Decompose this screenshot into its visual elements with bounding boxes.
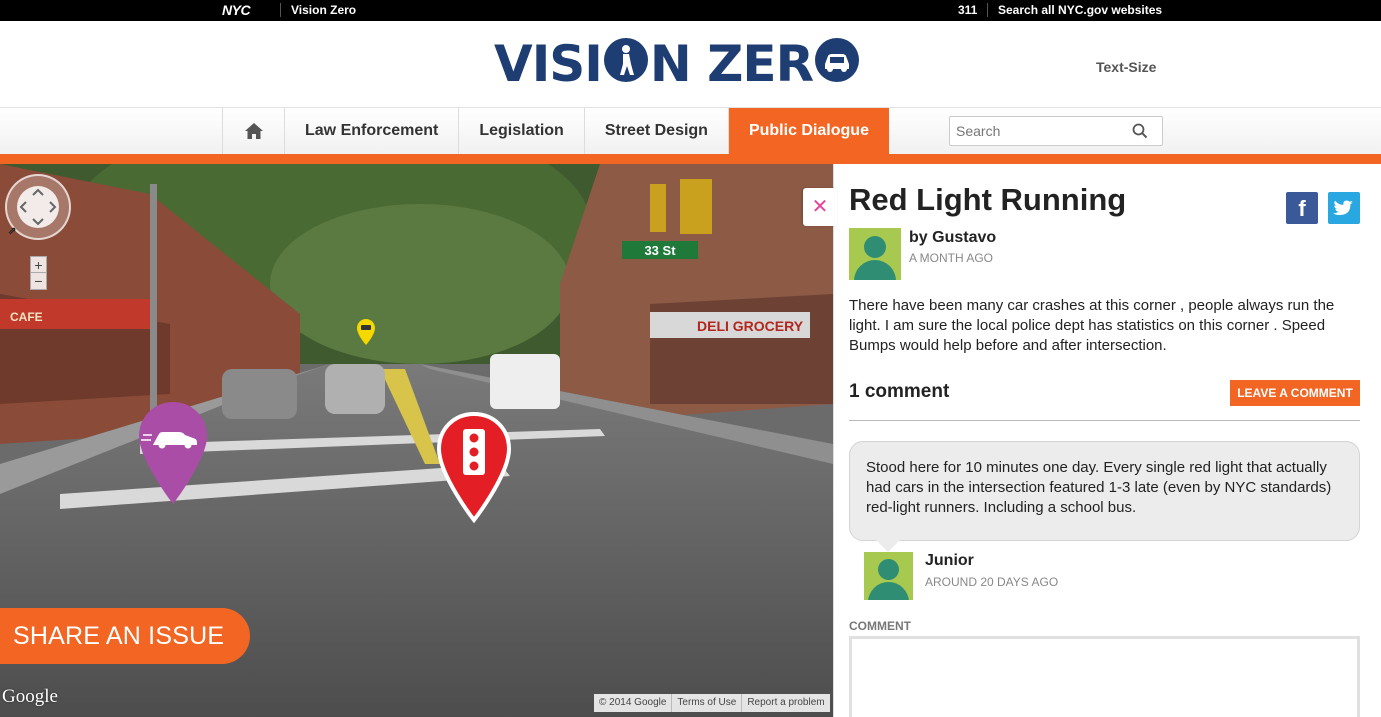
zoom-out-button[interactable]: − (31, 273, 46, 289)
street-sign: 33 St (644, 243, 676, 258)
commenter-avatar (864, 552, 913, 600)
car-icon (361, 325, 371, 330)
text-size-control[interactable]: Text-Size (1096, 59, 1156, 75)
comments-divider (849, 420, 1360, 421)
search-icon[interactable] (1132, 123, 1148, 144)
traffic-light-pin[interactable] (436, 411, 512, 523)
search-all-link[interactable]: Search all NYC.gov websites (987, 3, 1162, 17)
zoom-in-button[interactable]: + (31, 257, 46, 273)
twitter-icon (1333, 200, 1353, 215)
facebook-share-button[interactable]: f (1286, 192, 1318, 224)
google-logo: Google (2, 686, 58, 707)
comments-count: 1 comment (849, 381, 950, 402)
share-issue-button[interactable]: SHARE AN ISSUE (0, 608, 250, 664)
nyc-logo[interactable]: NYC (222, 2, 251, 18)
logo-text-mid: N ZER (649, 35, 814, 93)
cafe-sign: CAFE (10, 310, 43, 324)
main-nav: Law Enforcement Legislation Street Desig… (0, 108, 1381, 154)
traffic-light-icon (463, 429, 485, 475)
nav-street-design[interactable]: Street Design (585, 108, 729, 154)
facebook-icon: f (1298, 196, 1306, 221)
commenter-name[interactable]: Junior (925, 552, 974, 570)
store-sign: DELI GROCERY (697, 318, 804, 334)
close-icon: ✕ (811, 196, 829, 218)
orange-divider (0, 154, 1381, 164)
nav-home[interactable] (223, 108, 285, 154)
top-bar: NYC Vision Zero 311 Search all NYC.gov w… (0, 0, 1381, 21)
vision-zero-logo[interactable]: VISI N ZER (494, 35, 861, 93)
issue-author[interactable]: by Gustavo (909, 229, 996, 247)
comment-timestamp: AROUND 20 DAYS AGO (925, 575, 1059, 589)
leave-comment-button[interactable]: LEAVE A COMMENT (1230, 380, 1360, 406)
nav-public-dialogue[interactable]: Public Dialogue (728, 108, 889, 154)
issue-description: There have been many car crashes at this… (849, 297, 1335, 354)
nav-law-enforcement[interactable]: Law Enforcement (285, 108, 460, 154)
logo-text-left: VISI (494, 35, 603, 93)
issue-timestamp: A MONTH AGO (909, 251, 994, 265)
comment-bubble: Stood here for 10 minutes one day. Every… (849, 441, 1360, 541)
report-problem-link[interactable]: Report a problem (742, 694, 829, 712)
compass-icon[interactable]: ⇗ (8, 226, 16, 237)
pedestrian-icon (603, 38, 648, 82)
map-attribution: © 2014 Google Terms of Use Report a prob… (594, 694, 830, 712)
car-logo-icon (815, 38, 860, 82)
vision-zero-link[interactable]: Vision Zero (280, 3, 356, 17)
link-311[interactable]: 311 (958, 3, 977, 17)
search-input[interactable] (950, 117, 1120, 145)
zoom-control: + − (30, 256, 47, 290)
car-pin-small[interactable] (356, 318, 376, 346)
nav-legislation[interactable]: Legislation (459, 108, 585, 154)
author-avatar (849, 228, 901, 280)
car-speeding-pin[interactable] (137, 400, 209, 506)
home-icon (244, 123, 263, 139)
comment-bubble-tail (876, 540, 900, 552)
street-view-map[interactable]: 33 St DELI GROCERY CAFE ⇗ + − SHARE AN I… (0, 164, 833, 717)
site-search (949, 116, 1163, 146)
terms-of-use-link[interactable]: Terms of Use (672, 694, 743, 712)
twitter-share-button[interactable] (1328, 192, 1360, 224)
comment-textarea[interactable] (849, 636, 1360, 717)
comment-field-label: COMMENT (849, 619, 911, 633)
site-header: VISI N ZER Text-Size (0, 21, 1381, 108)
close-panel-button[interactable]: ✕ (803, 188, 837, 226)
copyright-text: © 2014 Google (594, 694, 673, 712)
issue-title: Red Light Running (849, 182, 1127, 217)
